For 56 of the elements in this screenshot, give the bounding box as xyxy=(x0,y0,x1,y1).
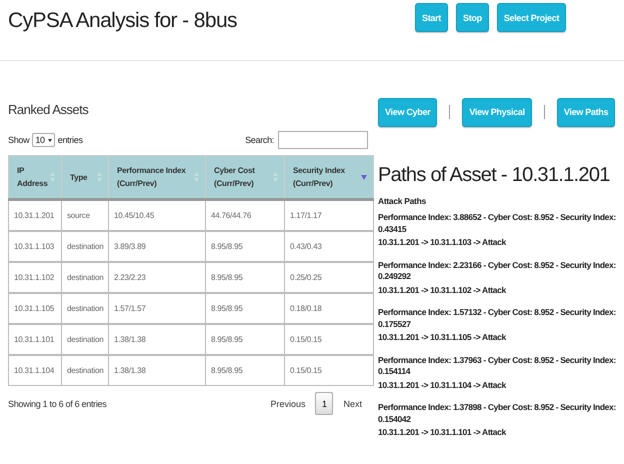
table-cell: 8.95/8.95 xyxy=(206,231,284,262)
table-cell: 10.31.1.105 xyxy=(8,293,62,324)
entries-select[interactable]: 10 xyxy=(32,133,55,147)
column-header[interactable]: IP Address xyxy=(8,156,62,200)
table-cell: 10.31.1.101 xyxy=(8,324,62,355)
show-label: Show xyxy=(8,135,30,145)
column-header[interactable]: Performance Index (Curr/Prev) xyxy=(108,156,206,200)
column-header[interactable]: Type xyxy=(62,156,108,200)
panel-title: Paths of Asset - 10.31.1.201 xyxy=(378,163,611,187)
table-cell: 0.15/0.15 xyxy=(284,324,374,355)
next-link[interactable]: Next xyxy=(337,398,368,408)
path-route: 10.31.1.201 -> 10.31.1.105 -> Attack xyxy=(378,332,507,344)
path-route: 10.31.1.201 -> 10.31.1.103 -> Attack xyxy=(378,237,507,248)
table-cell: 8.95/8.95 xyxy=(206,293,284,324)
table-cell: 1.38/1.38 xyxy=(108,324,206,355)
caret-icon xyxy=(48,138,52,142)
section-title: Ranked Assets xyxy=(8,101,90,119)
table-cell: 10.31.1.201 xyxy=(8,200,62,231)
table-cell: destination xyxy=(62,324,108,355)
column-header[interactable]: Cyber Cost (Curr/Prev) xyxy=(206,156,284,200)
table-cell: 8.95/8.95 xyxy=(206,324,284,355)
table-cell: destination xyxy=(62,355,108,386)
table-cell: destination xyxy=(62,262,108,293)
table-cell: 10.31.1.103 xyxy=(8,231,62,262)
subheading: Attack Paths xyxy=(378,196,427,206)
table-cell: 3.89/3.89 xyxy=(108,231,206,262)
table-cell: 10.31.1.104 xyxy=(8,355,62,386)
entries-label: entries xyxy=(58,135,83,145)
sort-icon[interactable] xyxy=(361,174,367,180)
table-cell: 0.25/0.25 xyxy=(284,262,374,293)
table-cell: 0.15/0.15 xyxy=(284,355,374,386)
page-button[interactable]: 1 xyxy=(315,392,334,415)
column-header[interactable]: Security Index (Curr/Prev) xyxy=(284,156,374,200)
table-cell: destination xyxy=(62,231,108,262)
table-cell: 1.38/1.38 xyxy=(108,355,206,386)
path-metrics: Performance Index: 1.57132 - Cyber Cost: 8.952 - Security Index: 0.175527 xyxy=(378,307,617,330)
path-metrics: Performance Index: 3.88652 - Cyber Cost: 8.952 - Security Index: 0.43415 xyxy=(378,212,617,235)
table-cell: 8.95/8.95 xyxy=(206,355,284,386)
table-cell: destination xyxy=(62,293,108,324)
path-route: 10.31.1.201 -> 10.31.1.102 -> Attack xyxy=(378,284,507,296)
previous-link[interactable]: Previous xyxy=(264,398,312,408)
page-title: CyPSA Analysis for - 8bus xyxy=(8,9,238,33)
path-metrics: Performance Index: 2.23166 - Cyber Cost: 8.952 - Security Index: 0.249292 xyxy=(378,260,617,282)
table-cell: 8.95/8.95 xyxy=(206,262,284,293)
table-cell: 2.23/2.23 xyxy=(108,262,206,293)
table-cell: 1.57/1.57 xyxy=(108,293,206,324)
table-cell: 10.31.1.102 xyxy=(8,262,62,293)
path-metrics: Performance Index: 1.37963 - Cyber Cost: 8.952 - Security Index: 0.154114 xyxy=(378,354,617,378)
table-cell: 0.43/0.43 xyxy=(284,231,374,262)
path-metrics: Performance Index: 1.37898 - Cyber Cost: 8.952 - Security Index: 0.154042 xyxy=(378,402,617,425)
path-route: 10.31.1.201 -> 10.31.1.104 -> Attack xyxy=(378,380,507,391)
search-label: Search: xyxy=(245,135,274,145)
table-info: Showing 1 to 6 of 6 entries xyxy=(8,398,106,408)
path-route: 10.31.1.201 -> 10.31.1.101 -> Attack xyxy=(378,427,507,438)
search-field[interactable] xyxy=(278,131,368,149)
table-cell: 0.18/0.18 xyxy=(284,293,374,324)
